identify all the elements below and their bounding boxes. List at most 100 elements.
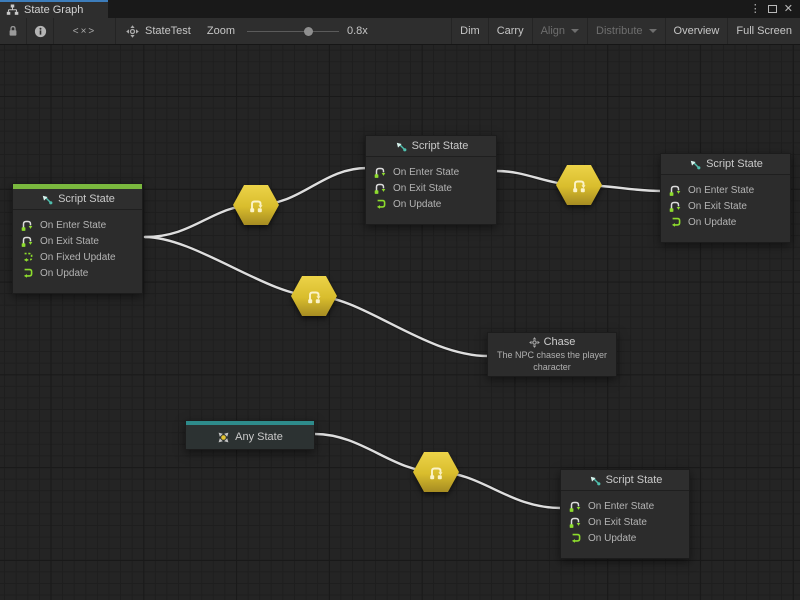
transition-node[interactable] xyxy=(233,185,279,225)
zoom-slider-handle[interactable] xyxy=(304,27,313,36)
event-label: On Exit State xyxy=(40,236,99,247)
event-row[interactable]: On Update xyxy=(568,530,682,546)
enter-state-icon xyxy=(20,218,34,232)
align-button[interactable]: Align xyxy=(533,18,588,44)
transition-node[interactable] xyxy=(556,165,602,205)
node-script-state-right[interactable]: Script State On Enter State On Exit Stat… xyxy=(660,153,791,243)
node-header[interactable]: Script State xyxy=(561,470,689,491)
distribute-label: Distribute xyxy=(596,25,642,37)
distribute-button[interactable]: Distribute xyxy=(588,18,665,44)
exit-state-icon xyxy=(20,234,34,248)
node-title: Script State xyxy=(412,140,469,152)
event-row[interactable]: On Update xyxy=(20,265,135,281)
node-header[interactable]: Script State xyxy=(661,154,790,175)
event-row[interactable]: On Update xyxy=(668,214,783,230)
event-row[interactable]: On Fixed Update xyxy=(20,249,135,265)
lock-icon xyxy=(6,24,20,38)
transition-node[interactable] xyxy=(413,452,459,492)
update-icon xyxy=(568,531,582,545)
event-label: On Enter State xyxy=(40,220,106,231)
node-description: The NPC chases the player character xyxy=(496,350,608,373)
state-graph-window: State Graph ⋮ ✕ <×> StateTest xyxy=(0,0,800,600)
update-icon xyxy=(668,215,682,229)
overview-button[interactable]: Overview xyxy=(666,18,729,44)
node-header[interactable]: Any State xyxy=(186,425,314,449)
zoom-slider[interactable] xyxy=(247,26,339,36)
code-button[interactable]: <×> xyxy=(54,18,116,44)
node-header: Chase xyxy=(529,336,576,348)
node-script-state-start[interactable]: Script State On Enter State On Exit Stat… xyxy=(12,183,143,294)
fullscreen-button[interactable]: Full Screen xyxy=(728,18,800,44)
node-script-state-bottom[interactable]: Script State On Enter State On Exit Stat… xyxy=(560,469,690,559)
graph-selector[interactable]: StateTest xyxy=(116,18,201,44)
script-state-icon xyxy=(394,140,407,153)
event-row[interactable]: On Exit State xyxy=(668,198,783,214)
graph-hierarchy-icon xyxy=(6,4,19,16)
event-row[interactable]: On Enter State xyxy=(568,498,682,514)
node-header[interactable]: Script State xyxy=(13,189,142,210)
event-label: On Exit State xyxy=(688,201,747,212)
info-button[interactable] xyxy=(27,18,54,44)
event-list: On Enter State On Exit State On Update xyxy=(661,175,790,242)
enter-state-icon xyxy=(668,183,682,197)
event-list: On Enter State On Exit State On Update xyxy=(366,157,496,224)
maximize-icon[interactable] xyxy=(768,5,777,13)
event-row[interactable]: On Enter State xyxy=(668,182,783,198)
event-row[interactable]: On Update xyxy=(373,196,489,212)
event-row[interactable]: On Enter State xyxy=(373,164,489,180)
node-title: Script State xyxy=(706,158,763,170)
update-icon xyxy=(373,197,387,211)
update-icon xyxy=(20,266,34,280)
node-title: Script State xyxy=(606,474,663,486)
node-any-state[interactable]: Any State xyxy=(185,420,315,450)
transition-icon xyxy=(426,464,446,481)
node-script-state-mid[interactable]: Script State On Enter State On Exit Stat… xyxy=(365,135,497,225)
node-title: Any State xyxy=(235,431,283,443)
fixed-update-icon xyxy=(20,250,34,264)
event-label: On Enter State xyxy=(588,501,654,512)
event-label: On Update xyxy=(588,533,636,544)
lock-button[interactable] xyxy=(0,18,27,44)
event-label: On Update xyxy=(393,199,441,210)
titlebar-spacer xyxy=(108,0,750,18)
exit-state-icon xyxy=(568,515,582,529)
info-icon xyxy=(34,25,47,38)
any-state-icon xyxy=(217,431,230,444)
enter-state-icon xyxy=(568,499,582,513)
node-header[interactable]: Script State xyxy=(366,136,496,157)
node-title: Chase xyxy=(544,336,576,348)
exit-state-icon xyxy=(373,181,387,195)
carry-button[interactable]: Carry xyxy=(489,18,533,44)
move-crosshair-icon xyxy=(529,337,540,348)
transition-icon xyxy=(304,288,324,305)
close-icon[interactable]: ✕ xyxy=(784,4,793,15)
script-state-icon xyxy=(588,474,601,487)
node-chase[interactable]: Chase The NPC chases the player characte… xyxy=(487,332,617,377)
titlebar: State Graph ⋮ ✕ xyxy=(0,0,800,18)
exit-state-icon xyxy=(668,199,682,213)
zoom-slider-track xyxy=(247,31,339,33)
dim-button[interactable]: Dim xyxy=(451,18,489,44)
event-row[interactable]: On Enter State xyxy=(20,217,135,233)
tab-label: State Graph xyxy=(24,4,83,16)
graph-canvas[interactable]: Script State On Enter State On Exit Stat… xyxy=(0,45,800,600)
window-controls: ⋮ ✕ xyxy=(750,0,800,18)
event-label: On Enter State xyxy=(393,167,459,178)
transition-icon xyxy=(246,197,266,214)
window-menu-icon[interactable]: ⋮ xyxy=(750,4,761,15)
enter-state-icon xyxy=(373,165,387,179)
event-row[interactable]: On Exit State xyxy=(20,233,135,249)
event-list: On Enter State On Exit State On Fixed Up… xyxy=(13,210,142,293)
align-label: Align xyxy=(541,25,565,37)
event-row[interactable]: On Exit State xyxy=(568,514,682,530)
move-crosshair-icon xyxy=(126,25,139,38)
node-title: Script State xyxy=(58,193,115,205)
script-state-icon xyxy=(688,158,701,171)
zoom-control: Zoom 0.8x xyxy=(201,18,374,44)
tab-state-graph[interactable]: State Graph xyxy=(0,0,108,18)
event-label: On Update xyxy=(40,268,88,279)
event-row[interactable]: On Exit State xyxy=(373,180,489,196)
chevron-down-icon xyxy=(571,29,579,33)
graph-name-label: StateTest xyxy=(145,25,191,37)
transition-node[interactable] xyxy=(291,276,337,316)
